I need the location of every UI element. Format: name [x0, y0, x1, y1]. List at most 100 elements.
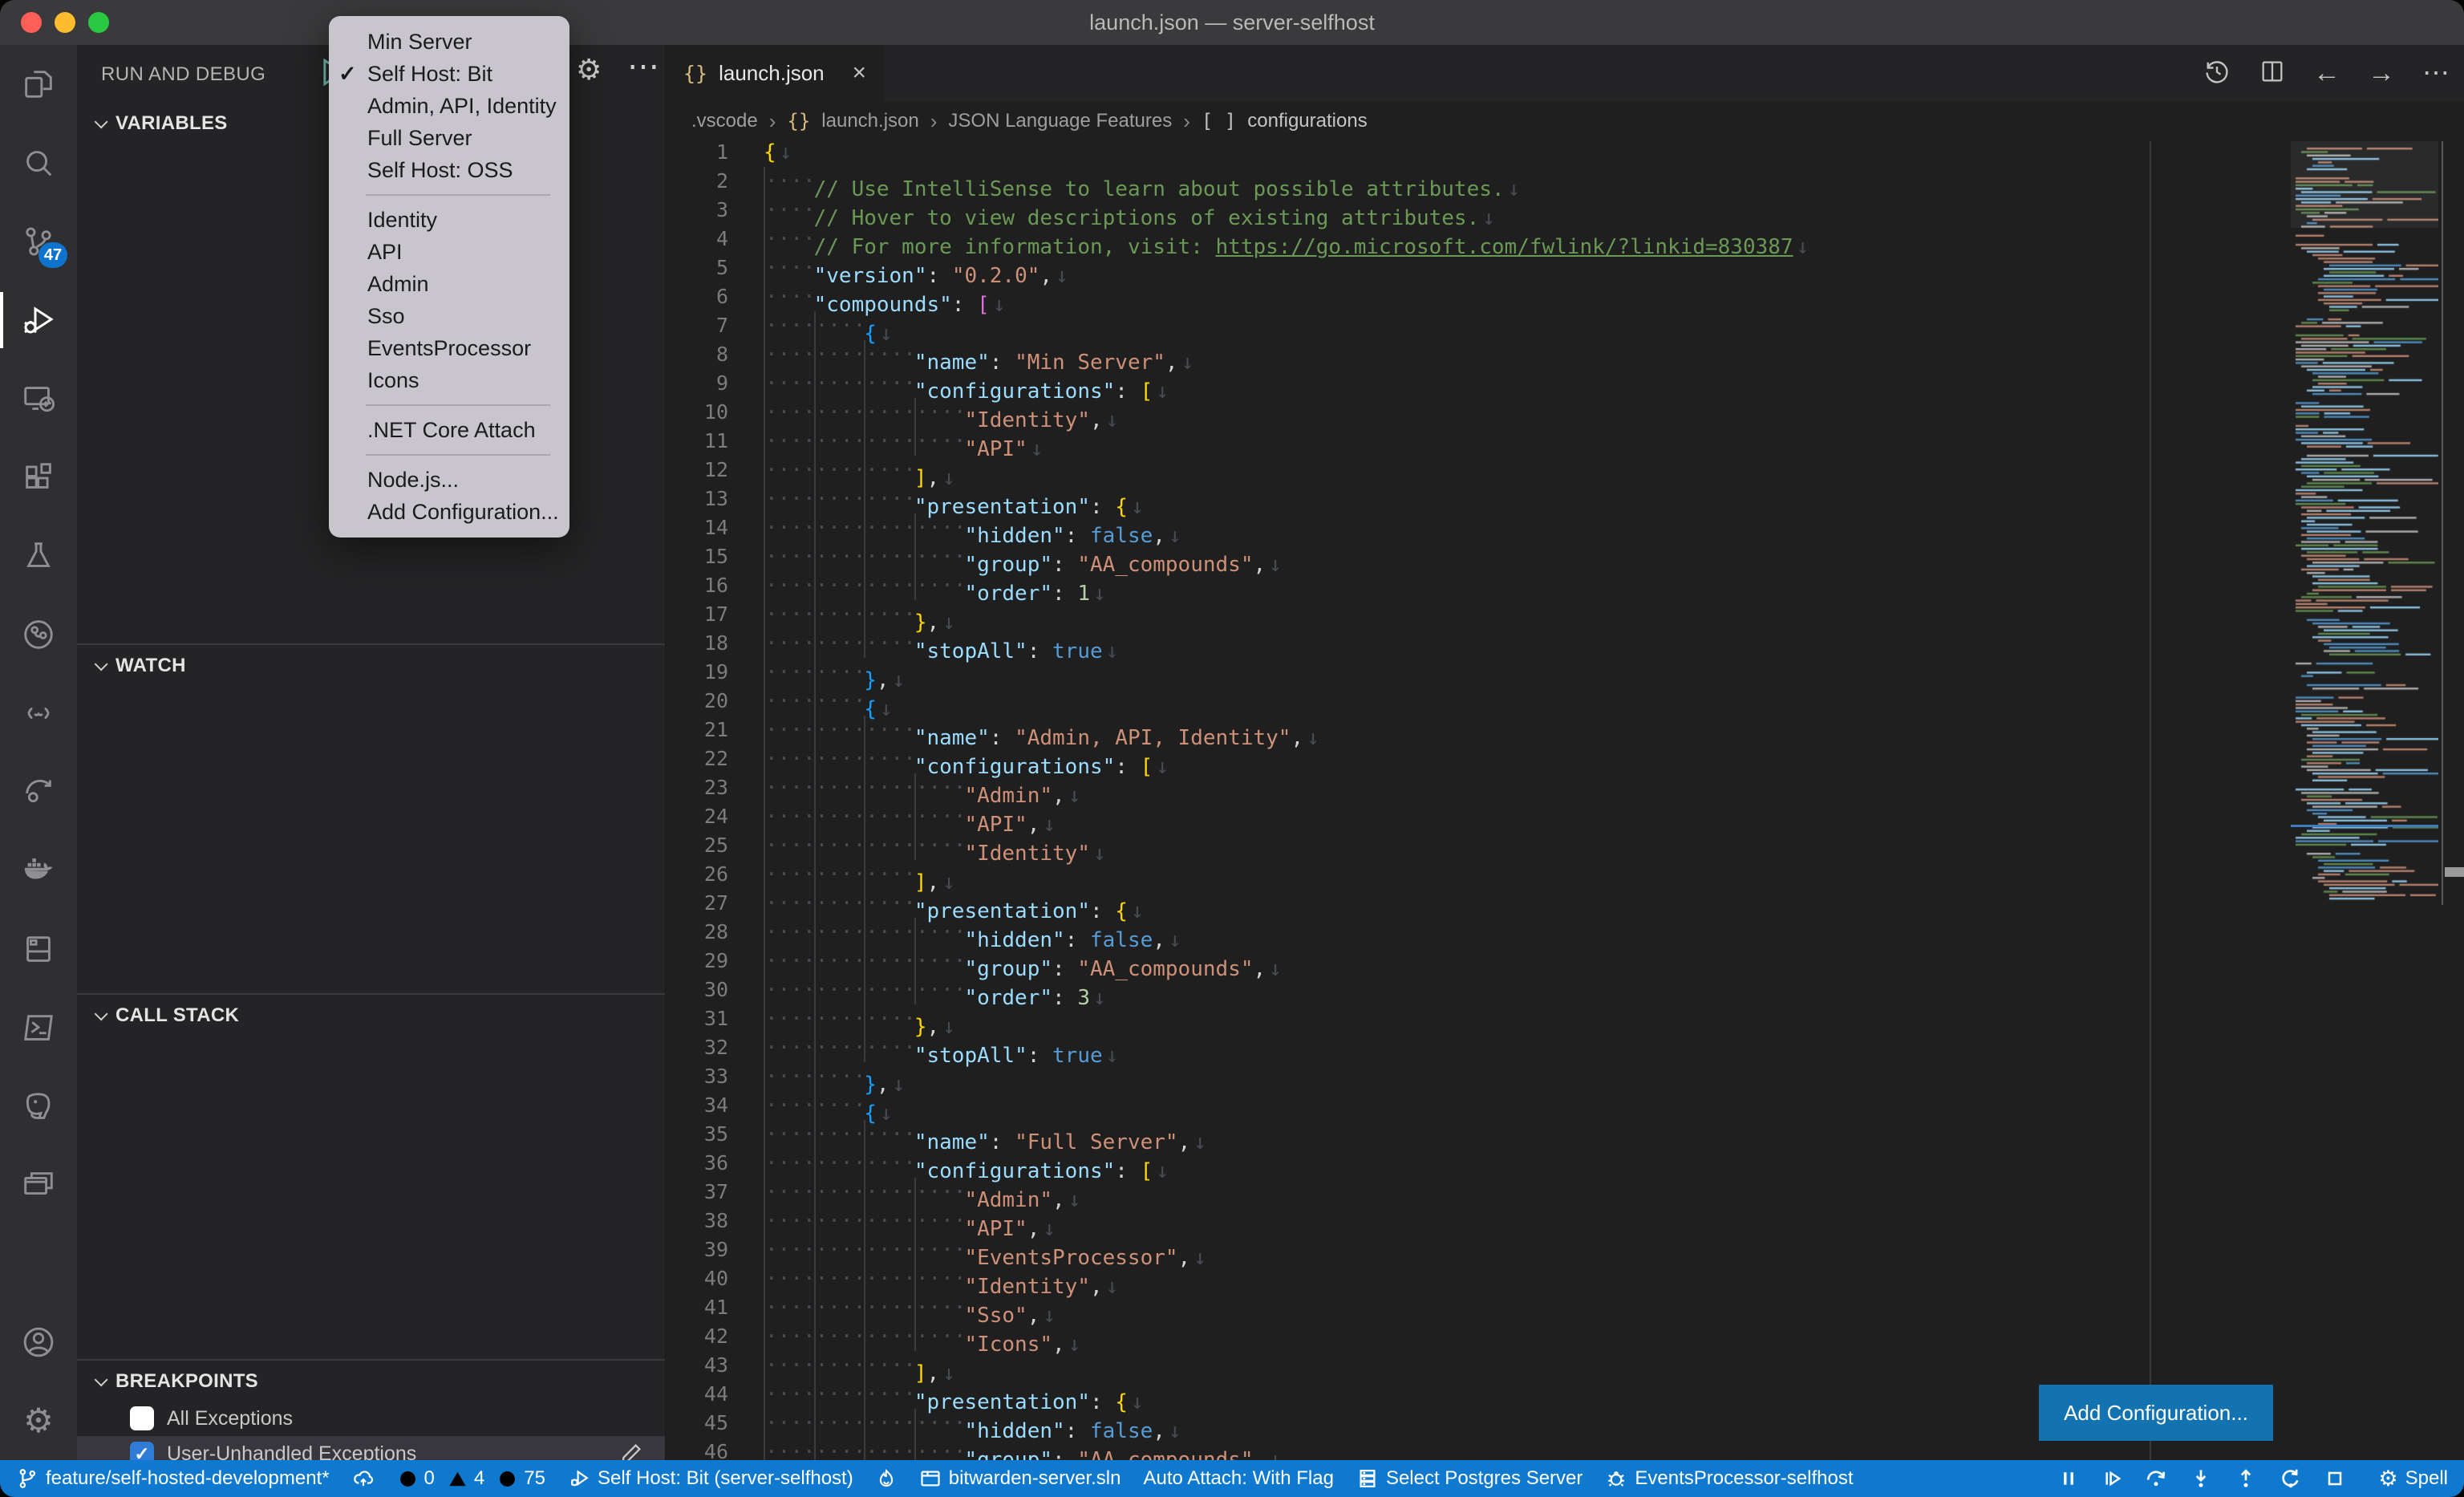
menu-item-admin[interactable]: Admin — [329, 268, 569, 300]
editor-more-actions-icon[interactable]: ⋯ — [2422, 57, 2450, 89]
gitlens-icon[interactable] — [0, 595, 77, 674]
debug-step-over-icon[interactable] — [2144, 1467, 2168, 1491]
timeline-history-icon[interactable] — [2203, 57, 2231, 90]
menu-item-admin-api-identity[interactable]: Admin, API, Identity — [329, 90, 569, 122]
code-line[interactable]: 9············"configurations": [↓ — [666, 369, 2464, 398]
split-editor-icon[interactable] — [2259, 58, 2286, 89]
code-line[interactable]: 11················"API"↓ — [666, 427, 2464, 456]
debug-step-out-icon[interactable] — [2234, 1467, 2258, 1491]
menu-item-sso[interactable]: Sso — [329, 300, 569, 332]
live-share-icon[interactable] — [0, 753, 77, 831]
add-configuration-button[interactable]: Add Configuration... — [2039, 1385, 2273, 1441]
code-line[interactable]: 23················"Admin",↓ — [666, 773, 2464, 802]
code-line[interactable]: 41················"Sso",↓ — [666, 1293, 2464, 1322]
explorer-icon[interactable] — [0, 45, 77, 124]
code-line[interactable]: 18············"stopAll": true↓ — [666, 629, 2464, 658]
tab-launch-json[interactable]: {} launch.json × — [666, 45, 884, 101]
git-branch-item[interactable]: feature/self-hosted-development* — [16, 1467, 330, 1490]
code-line[interactable]: 37················"Admin",↓ — [666, 1178, 2464, 1207]
postgres-server-item[interactable]: Select Postgres Server — [1356, 1467, 1583, 1490]
code-line[interactable]: 38················"API",↓ — [666, 1207, 2464, 1235]
flame-item[interactable] — [876, 1468, 897, 1489]
problems-item[interactable]: 0 4 75 — [397, 1467, 545, 1490]
close-window-button[interactable] — [21, 12, 42, 33]
menu-item-net-core-attach[interactable]: .NET Core Attach — [329, 414, 569, 446]
code-line[interactable]: 15················"group": "AA_compounds… — [666, 542, 2464, 571]
breakpoint-row[interactable]: All Exceptions — [77, 1401, 665, 1436]
code-line[interactable]: 22············"configurations": [↓ — [666, 744, 2464, 773]
menu-item-self-host-bit[interactable]: ✓Self Host: Bit — [329, 58, 569, 90]
code-line[interactable]: 6····"compounds": [↓ — [666, 282, 2464, 311]
debug-step-into-icon[interactable] — [2189, 1467, 2213, 1491]
breadcrumb-vscode[interactable]: .vscode — [691, 110, 758, 132]
tab-close-icon[interactable]: × — [852, 59, 866, 87]
code-line[interactable]: 1{↓ — [666, 141, 2464, 167]
navigate-back-icon[interactable]: ← — [2313, 58, 2340, 89]
window-layouts-icon[interactable] — [0, 1146, 77, 1224]
accounts-icon[interactable] — [0, 1303, 77, 1381]
code-line[interactable]: 12············],↓ — [666, 456, 2464, 485]
minimap[interactable] — [2291, 141, 2438, 1460]
code-line[interactable]: 40················"Identity",↓ — [666, 1264, 2464, 1293]
breadcrumb-configurations[interactable]: configurations — [1247, 110, 1367, 132]
containers-icon[interactable] — [0, 910, 77, 988]
menu-item-add-configuration[interactable]: Add Configuration... — [329, 496, 569, 528]
run-and-debug-icon[interactable] — [0, 281, 77, 359]
debug-continue-icon[interactable] — [2101, 1467, 2123, 1490]
scrollbar-marker[interactable] — [2445, 867, 2464, 877]
code-line[interactable]: 8············"name": "Min Server",↓ — [666, 340, 2464, 369]
menu-item-full-server[interactable]: Full Server — [329, 122, 569, 154]
code-line[interactable]: 36············"configurations": [↓ — [666, 1149, 2464, 1178]
code-line[interactable]: 29················"group": "AA_compounds… — [666, 947, 2464, 976]
code-line[interactable]: 27············"presentation": {↓ — [666, 889, 2464, 918]
code-editor[interactable]: 1{↓2····// Use IntelliSense to learn abo… — [666, 141, 2464, 1460]
docker-icon[interactable] — [0, 831, 77, 910]
source-control-icon[interactable]: 47 — [0, 202, 77, 281]
code-line[interactable]: 42················"Icons",↓ — [666, 1322, 2464, 1351]
spell-checker-item[interactable]: ⚙ Spell — [2378, 1467, 2448, 1491]
code-line[interactable]: 21············"name": "Admin, API, Ident… — [666, 716, 2464, 744]
navigate-forward-icon[interactable]: → — [2368, 58, 2395, 89]
code-line[interactable]: 28················"hidden": false,↓ — [666, 918, 2464, 947]
breadcrumb-launch-json[interactable]: launch.json — [821, 110, 918, 132]
code-line[interactable]: 30················"order": 3↓ — [666, 976, 2464, 1004]
breakpoints-section-header[interactable]: BREAKPOINTS — [77, 1362, 665, 1401]
debug-config-item[interactable]: Self Host: Bit (server-selfhost) — [568, 1467, 853, 1490]
extensions-icon[interactable] — [0, 438, 77, 517]
code-line[interactable]: 13············"presentation": {↓ — [666, 485, 2464, 513]
postgresql-icon[interactable] — [0, 1067, 77, 1146]
menu-item-min-server[interactable]: Min Server — [329, 26, 569, 58]
minimize-window-button[interactable] — [55, 12, 75, 33]
code-line[interactable]: 10················"Identity",↓ — [666, 398, 2464, 427]
menu-item-api[interactable]: API — [329, 236, 569, 268]
code-line[interactable]: 2····// Use IntelliSense to learn about … — [666, 167, 2464, 196]
code-line[interactable]: 39················"EventsProcessor",↓ — [666, 1235, 2464, 1264]
code-line[interactable]: 17············},↓ — [666, 600, 2464, 629]
events-processor-item[interactable]: EventsProcessor-selfhost — [1605, 1467, 1853, 1490]
powershell-icon[interactable] — [0, 988, 77, 1067]
remote-explorer-icon[interactable] — [0, 359, 77, 438]
debug-restart-icon[interactable] — [2279, 1467, 2303, 1491]
views-more-icon[interactable]: ⋯ — [627, 48, 659, 85]
menu-item-icons[interactable]: Icons — [329, 364, 569, 396]
watch-section-header[interactable]: WATCH — [77, 647, 665, 685]
code-line[interactable]: 14················"hidden": false,↓ — [666, 513, 2464, 542]
debug-stop-icon[interactable] — [2324, 1467, 2346, 1490]
call-stack-section-header[interactable]: CALL STACK — [77, 996, 665, 1035]
menu-item-node-js[interactable]: Node.js... — [329, 464, 569, 496]
code-line[interactable]: 16················"order": 1↓ — [666, 571, 2464, 600]
solution-item[interactable]: bitwarden-server.sln — [919, 1467, 1121, 1490]
settings-gear-icon[interactable]: ⚙ — [0, 1381, 77, 1460]
checkbox-unchecked[interactable] — [130, 1406, 154, 1430]
auto-attach-item[interactable]: Auto Attach: With Flag — [1143, 1467, 1333, 1490]
breadcrumb-json-language-features[interactable]: JSON Language Features — [948, 110, 1172, 132]
sync-changes-item[interactable] — [352, 1467, 375, 1490]
rest-client-icon[interactable] — [0, 674, 77, 753]
code-line[interactable]: 26············],↓ — [666, 860, 2464, 889]
search-icon[interactable] — [0, 124, 77, 202]
code-line[interactable]: 31············},↓ — [666, 1004, 2464, 1033]
minimap-slider[interactable] — [2291, 141, 2438, 228]
code-line[interactable]: 32············"stopAll": true↓ — [666, 1033, 2464, 1062]
code-line[interactable]: 20········{↓ — [666, 687, 2464, 716]
debug-pause-icon[interactable] — [2057, 1467, 2080, 1490]
